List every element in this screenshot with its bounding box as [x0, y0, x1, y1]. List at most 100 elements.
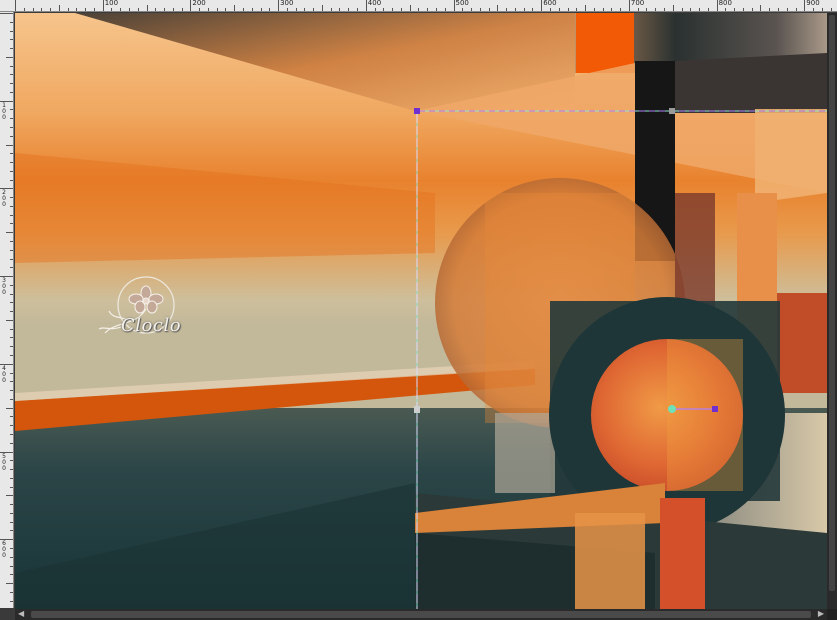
ruler-tick — [10, 179, 13, 181]
vertical-scrollbar[interactable] — [827, 13, 837, 609]
ruler-tick — [111, 8, 113, 11]
ruler-left-label: 100 — [2, 101, 6, 121]
ruler-tick — [129, 8, 130, 11]
ruler-tick — [374, 8, 376, 11]
ruler-tick — [10, 600, 13, 602]
ruler-tick — [10, 556, 13, 558]
ruler-tick — [10, 127, 13, 128]
vertical-scroll-thumb[interactable] — [829, 15, 835, 591]
ruler-tick — [707, 8, 709, 11]
ruler-tick — [295, 8, 297, 11]
ruler-tick — [120, 8, 122, 11]
ruler-tick — [10, 293, 13, 295]
ruler-tick — [102, 0, 104, 11]
ruler-left-label: 300 — [2, 277, 6, 297]
node-handle-center[interactable] — [668, 405, 676, 413]
ruler-tick — [10, 337, 13, 339]
ruler-tick — [50, 8, 52, 11]
ruler-tick — [6, 144, 13, 146]
ruler-tick — [10, 83, 13, 85]
ruler-tick — [6, 495, 13, 497]
ruler-tick — [10, 425, 13, 427]
horizontal-scrollbar[interactable]: ◀ ▶ — [15, 609, 827, 620]
ruler-tick — [576, 8, 578, 11]
ruler-tick — [418, 8, 420, 11]
ruler-tick — [321, 5, 323, 11]
ruler-tick — [146, 5, 148, 11]
ruler-tick — [10, 223, 13, 225]
ruler-tick — [10, 39, 13, 41]
ruler-tick — [646, 8, 648, 11]
ruler-tick — [260, 8, 262, 11]
ruler-tick — [269, 8, 271, 11]
scroll-left-arrow-icon[interactable]: ◀ — [18, 610, 24, 618]
ruler-tick — [725, 8, 727, 11]
ruler-top-label: 900 — [806, 0, 820, 7]
ruler-tick — [681, 8, 683, 11]
watermark-text: Cloclo — [121, 315, 182, 336]
guide-handle-top[interactable] — [669, 108, 675, 114]
ruler-tick — [611, 8, 613, 11]
watermark-logo: Cloclo — [91, 271, 201, 351]
ruler-left[interactable]: 100 200 300 400 500 600 — [0, 12, 14, 608]
ruler-tick — [10, 162, 13, 164]
ruler-tick — [6, 583, 13, 585]
ruler-tick — [6, 56, 13, 58]
ruler-tick — [10, 565, 13, 567]
ruler-tick — [514, 8, 516, 11]
image-canvas[interactable]: Cloclo — [15, 13, 827, 609]
ruler-tick — [10, 547, 13, 549]
ruler-top-label: 400 — [367, 0, 382, 7]
ruler-tick — [804, 0, 806, 11]
ruler-tick — [10, 258, 13, 260]
ruler-tick — [10, 390, 13, 392]
node-handle-end[interactable] — [712, 406, 718, 412]
ruler-tick — [655, 8, 657, 11]
ruler-tick — [6, 232, 13, 234]
ruler-tick — [164, 8, 166, 11]
ruler-top[interactable]: 100 200 300 400 500 600 700 800 900 — [0, 0, 837, 12]
ruler-top-label: 800 — [718, 0, 732, 7]
ruler-tick — [10, 398, 13, 400]
ruler-tick — [400, 8, 402, 11]
ruler-top-label: 500 — [455, 0, 469, 7]
guide-handle-left[interactable] — [414, 406, 420, 413]
scroll-corner — [827, 609, 837, 620]
ruler-tick — [497, 5, 499, 11]
ruler-tick — [278, 0, 280, 11]
ruler-tick — [10, 135, 13, 137]
ruler-tick — [85, 8, 87, 11]
ruler-tick — [830, 8, 832, 11]
ruler-tick — [76, 8, 78, 11]
ruler-tick — [313, 8, 315, 11]
ruler-tick — [672, 5, 674, 11]
horizontal-scroll-thumb[interactable] — [31, 611, 811, 618]
ruler-tick — [541, 0, 543, 11]
ruler-tick — [585, 5, 587, 11]
ruler-tick — [10, 512, 13, 514]
ruler-tick — [10, 284, 13, 286]
ruler-tick — [10, 118, 13, 120]
ruler-tick — [462, 8, 464, 11]
ruler-tick — [10, 346, 13, 348]
scroll-right-arrow-icon[interactable]: ▶ — [818, 610, 824, 618]
ruler-tick — [10, 460, 13, 462]
ruler-tick — [41, 8, 43, 11]
ruler-tick — [628, 0, 630, 11]
ruler-tick — [58, 5, 60, 11]
ruler-tick — [506, 8, 508, 11]
ruler-tick — [479, 8, 481, 11]
ruler-tick — [155, 8, 157, 11]
ruler-tick — [10, 249, 13, 251]
guide-handle-origin[interactable] — [414, 108, 420, 114]
ruler-tick — [67, 8, 69, 11]
ruler-tick — [10, 372, 13, 374]
ruler-tick — [602, 8, 604, 11]
ruler-tick — [32, 8, 34, 11]
ruler-tick — [10, 74, 13, 76]
ruler-tick — [172, 8, 174, 11]
ruler-tick — [523, 8, 525, 11]
ruler-tick — [10, 416, 13, 418]
ruler-tick — [409, 5, 411, 11]
ruler-tick — [663, 8, 665, 11]
